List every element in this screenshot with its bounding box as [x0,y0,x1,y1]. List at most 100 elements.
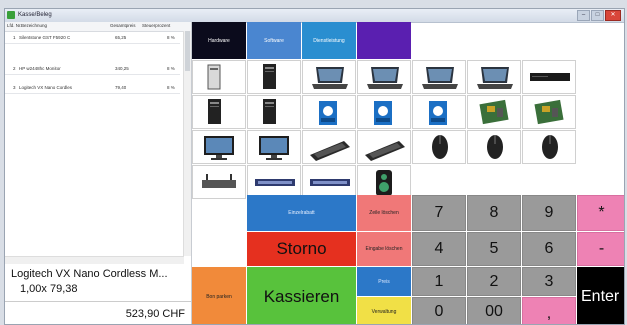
product-tile-16[interactable] [247,130,301,164]
cpu-box-icon [374,101,392,125]
product-tile-3[interactable] [302,60,356,94]
table-row[interactable]: 2 HP w2448hc Monitor 340,25 8 % [5,63,180,75]
close-icon[interactable]: ✕ [605,10,621,21]
key-comma[interactable]: , [522,297,576,324]
storno-button[interactable]: Storno [247,232,356,266]
router-icon [202,174,236,188]
laptop-icon [367,67,403,89]
product-tile-19[interactable] [412,130,466,164]
mouse-icon [432,135,448,159]
key-00[interactable]: 00 [467,297,521,324]
minimize-icon[interactable]: – [577,10,590,21]
zeile-loschen-button[interactable]: Zeile löschen [357,195,411,231]
key-0[interactable]: 0 [412,297,466,324]
key-3[interactable]: 3 [522,267,576,296]
window-title: Kasse/Beleg [18,12,52,18]
col-tax-header: Steuerprozent [142,23,171,28]
product-tile-22[interactable] [192,165,246,199]
bon-parken-button[interactable]: Bon parken [192,267,246,324]
pc-tower-icon [263,99,276,124]
product-tile-11[interactable] [357,95,411,129]
divider [5,301,191,302]
keyboard-icon [365,141,405,161]
app-icon [7,11,15,19]
product-tile-10[interactable] [302,95,356,129]
col-nr-header: Lfd. Nr. [7,23,22,28]
mouse-icon [542,135,558,159]
einzelrabatt-button[interactable]: Einzelrabatt [247,195,356,231]
tab-software[interactable]: Software [247,22,301,59]
switch-icon [310,179,350,186]
table-row[interactable]: 3 Logitech VX Nano Cordles 79,40 8 % [5,82,180,94]
selected-item-qty: 1,00x 79,38 [20,283,78,295]
product-tile-15[interactable] [192,130,246,164]
product-tile-20[interactable] [467,130,521,164]
product-tile-14[interactable] [522,95,576,129]
laptop-icon [312,67,348,89]
tab-dienstleistung[interactable]: Dienstleistung [302,22,356,59]
receipt-panel: Lfd. Nr. Bezeichnung Gesamtpreis Steuerp… [5,22,192,324]
table-row[interactable]: 1 Silentstone GST F5920 C 65,25 8 % [5,32,180,44]
key-6[interactable]: 6 [522,232,576,266]
key-1[interactable]: 1 [412,267,466,296]
key-4[interactable]: 4 [412,232,466,266]
desktop-tower-icon [207,64,221,90]
keyboard-icon [310,141,350,161]
laptop-icon [422,67,458,89]
motherboard-icon [534,99,564,125]
key-9[interactable]: 9 [522,195,576,231]
switch-icon [255,179,295,186]
product-tile-25[interactable] [357,165,411,199]
vertical-scrollbar[interactable] [183,31,191,256]
selected-item-name: Logitech VX Nano Cordless M... [11,268,168,280]
product-tile-9[interactable] [247,95,301,129]
key-5[interactable]: 5 [467,232,521,266]
product-tile-17[interactable] [302,130,356,164]
preis-button[interactable]: Preis [357,267,411,296]
col-price-header: Gesamtpreis [110,23,136,28]
product-tile-2[interactable] [247,60,301,94]
mouse-icon [487,135,503,159]
eingabe-loschen-button[interactable]: Eingabe löschen [357,232,411,266]
verwaltung-button[interactable]: Verwaltung [357,297,411,324]
horizontal-scrollbar[interactable] [5,256,184,264]
pos-window: Kasse/Beleg – □ ✕ Lfd. Nr. Bezeichnung G… [4,8,625,325]
product-tile-24[interactable] [302,165,356,199]
monitor-icon [259,136,289,160]
product-tile-6[interactable] [467,60,521,94]
product-tile-23[interactable] [247,165,301,199]
laptop-icon [477,67,513,89]
list-header: Lfd. Nr. Bezeichnung Gesamtpreis Steuerp… [5,22,191,32]
tab-hardware[interactable]: Hardware [192,22,246,59]
kassieren-button[interactable]: Kassieren [247,267,356,324]
product-tile-8[interactable] [192,95,246,129]
product-tile-18[interactable] [357,130,411,164]
speaker-icon [376,170,392,196]
cpu-box-icon [319,101,337,125]
pc-tower-icon [208,99,221,124]
dvd-drive-icon [530,73,570,81]
key-minus[interactable]: - [577,232,624,266]
key-8[interactable]: 8 [467,195,521,231]
product-tile-7[interactable] [522,60,576,94]
key-7[interactable]: 7 [412,195,466,231]
motherboard-icon [479,99,509,125]
product-tile-1[interactable] [192,60,246,94]
cpu-box-icon [429,101,447,125]
title-bar: Kasse/Beleg – □ ✕ [5,9,624,23]
pc-tower-icon [263,64,276,89]
product-tile-4[interactable] [357,60,411,94]
product-tile-21[interactable] [522,130,576,164]
product-tile-5[interactable] [412,60,466,94]
enter-button[interactable]: Enter [577,267,624,324]
key-2[interactable]: 2 [467,267,521,296]
receipt-total: 523,90 CHF [125,308,185,320]
monitor-icon [204,136,234,160]
tab-category-4[interactable] [357,22,411,59]
maximize-icon[interactable]: □ [591,10,604,21]
product-tile-13[interactable] [467,95,521,129]
product-tile-12[interactable] [412,95,466,129]
key-multiply[interactable]: * [577,195,624,231]
window-controls: – □ ✕ [577,10,621,21]
col-name-header: Bezeichnung [21,23,48,28]
